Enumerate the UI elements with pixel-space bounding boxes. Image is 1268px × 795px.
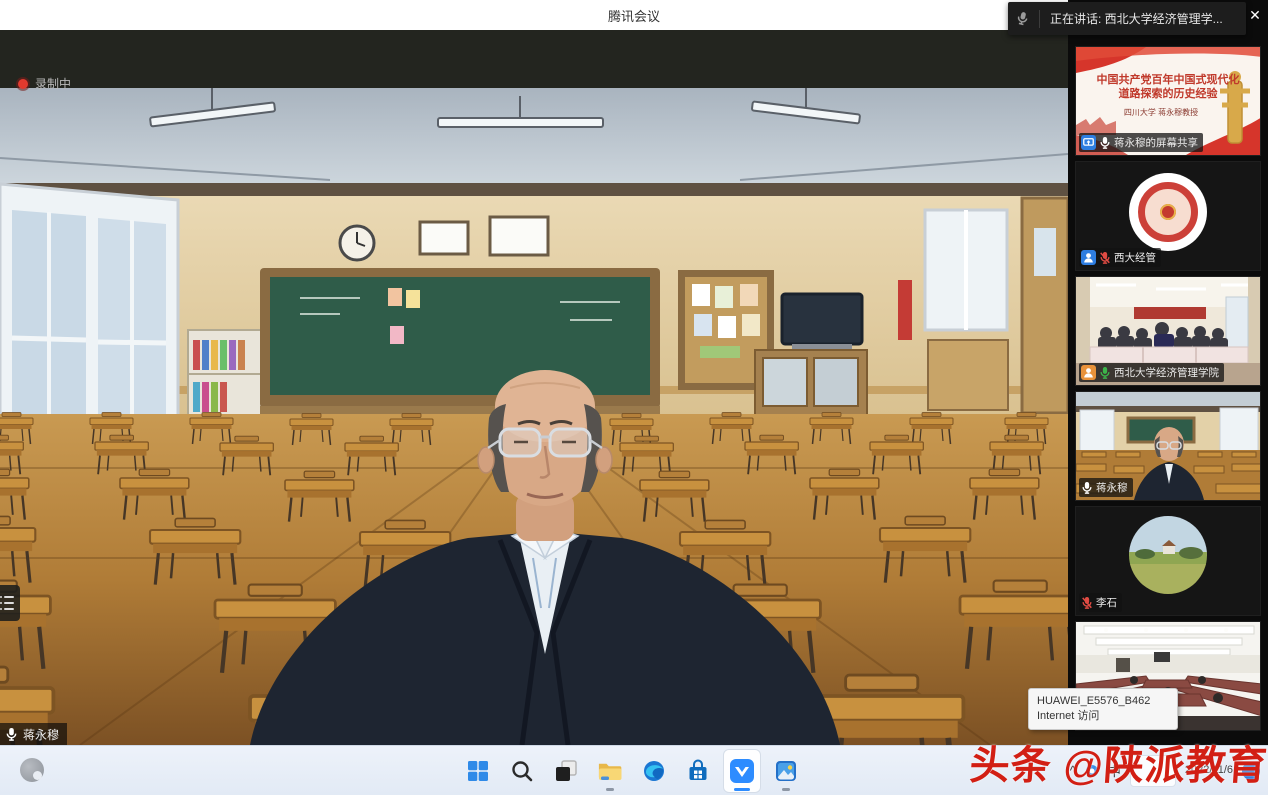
active-speaker-text: 正在讲话: 西北大学经济管理学... — [1050, 10, 1223, 27]
speaking-mic-icon — [1014, 10, 1030, 28]
mic-muted-icon — [1081, 596, 1093, 610]
photos-icon — [774, 759, 798, 783]
recording-indicator: 录制中 — [18, 75, 71, 92]
participant-thumb-nwu-school[interactable]: 西北大学经济管理学院 — [1075, 276, 1261, 386]
slide-subtitle: 四川大学 蒋永穆教授 — [1076, 107, 1246, 118]
search-button[interactable] — [504, 750, 540, 792]
clock-date[interactable]: 2022/11/6 — [1185, 764, 1233, 777]
tray-app-icon[interactable] — [1085, 764, 1099, 778]
notification-icon[interactable] — [1242, 762, 1260, 780]
widgets-icon[interactable] — [20, 758, 44, 782]
avatar — [1129, 516, 1207, 594]
main-video-stage: 录制中 蒋永穆 — [0, 30, 1068, 745]
participant-name: 西大经管 — [1114, 250, 1156, 265]
tray-flyout-panel[interactable] — [1130, 755, 1176, 787]
window-title: 腾讯会议 — [608, 6, 660, 25]
participant-label: 蒋永穆的屏幕共享 — [1079, 133, 1203, 152]
file-explorer-button[interactable] — [592, 750, 628, 792]
windows-taskbar: ^ 中 2022/11/6 — [0, 745, 1268, 795]
participant-name: 西北大学经济管理学院 — [1114, 365, 1219, 380]
slide-title: 中国共产党百年中国式现代化 道路探索的历史经验 — [1076, 73, 1260, 101]
start-button[interactable] — [460, 750, 496, 792]
tray-overflow-chevron-icon[interactable]: ^ — [1070, 763, 1076, 778]
recording-label: 录制中 — [35, 75, 71, 92]
active-speaker-banner: 正在讲话: 西北大学经济管理学... — [1008, 2, 1246, 35]
tencent-meeting-button[interactable] — [724, 750, 760, 792]
network-ssid: HUAWEI_E5576_B462 — [1037, 694, 1169, 709]
participant-name: 李石 — [1096, 595, 1117, 610]
taskbar-center-icons — [460, 746, 804, 795]
mic-on-icon — [1099, 136, 1111, 150]
virtual-classroom-background — [0, 88, 1068, 745]
network-tooltip: HUAWEI_E5576_B462 Internet 访问 — [1028, 688, 1178, 730]
active-indicator — [734, 788, 750, 791]
store-button[interactable] — [680, 750, 716, 792]
participant-panel-toggle[interactable] — [0, 585, 20, 621]
edge-icon — [642, 759, 666, 783]
file-explorer-icon — [597, 759, 623, 783]
speaker-name: 蒋永穆 — [23, 726, 59, 743]
mic-muted-icon — [1099, 251, 1111, 265]
participant-label: 蒋永穆 — [1079, 478, 1133, 497]
mic-speaking-icon — [1099, 366, 1111, 380]
participant-sidebar: 中国共产党百年中国式现代化 道路探索的历史经验 四川大学 蒋永穆教授 蒋永穆的屏… — [1068, 0, 1268, 745]
search-icon — [510, 759, 534, 783]
close-button[interactable]: ✕ — [1245, 5, 1265, 25]
participant-name: 蒋永穆 — [1096, 480, 1128, 495]
mic-on-icon — [5, 727, 18, 742]
participant-thumb-screen-share[interactable]: 中国共产党百年中国式现代化 道路探索的历史经验 四川大学 蒋永穆教授 蒋永穆的屏… — [1075, 46, 1261, 156]
mic-on-icon — [1081, 481, 1093, 495]
participant-label: 西北大学经济管理学院 — [1079, 363, 1224, 382]
system-tray: ^ 中 2022/11/6 — [1070, 746, 1260, 795]
participant-label: 西大经管 — [1079, 248, 1161, 267]
participant-label: 李石 — [1079, 593, 1122, 612]
microsoft-store-icon — [686, 759, 710, 783]
task-view-icon — [554, 759, 578, 783]
participant-thumb-lishi[interactable]: 李石 — [1075, 506, 1261, 616]
ime-indicator[interactable]: 中 — [1108, 761, 1121, 780]
edge-button[interactable] — [636, 750, 672, 792]
recording-dot-icon — [18, 79, 28, 89]
tencent-meeting-icon — [729, 758, 755, 784]
speaker-name-tag: 蒋永穆 — [0, 723, 67, 745]
avatar — [1129, 173, 1207, 251]
member-icon — [1081, 250, 1096, 265]
running-indicator — [782, 788, 790, 791]
windows-logo-icon — [466, 759, 490, 783]
participant-thumb-xida-jingguan[interactable]: 西大经管 — [1075, 161, 1261, 271]
list-icon — [4, 596, 14, 598]
task-view-button[interactable] — [548, 750, 584, 792]
network-status: Internet 访问 — [1037, 709, 1169, 724]
participant-name: 蒋永穆的屏幕共享 — [1114, 135, 1198, 150]
member-icon — [1081, 365, 1096, 380]
screen-share-icon — [1081, 135, 1096, 150]
photos-button[interactable] — [768, 750, 804, 792]
participant-thumb-speaker[interactable]: 蒋永穆 — [1075, 391, 1261, 501]
running-indicator — [606, 788, 614, 791]
